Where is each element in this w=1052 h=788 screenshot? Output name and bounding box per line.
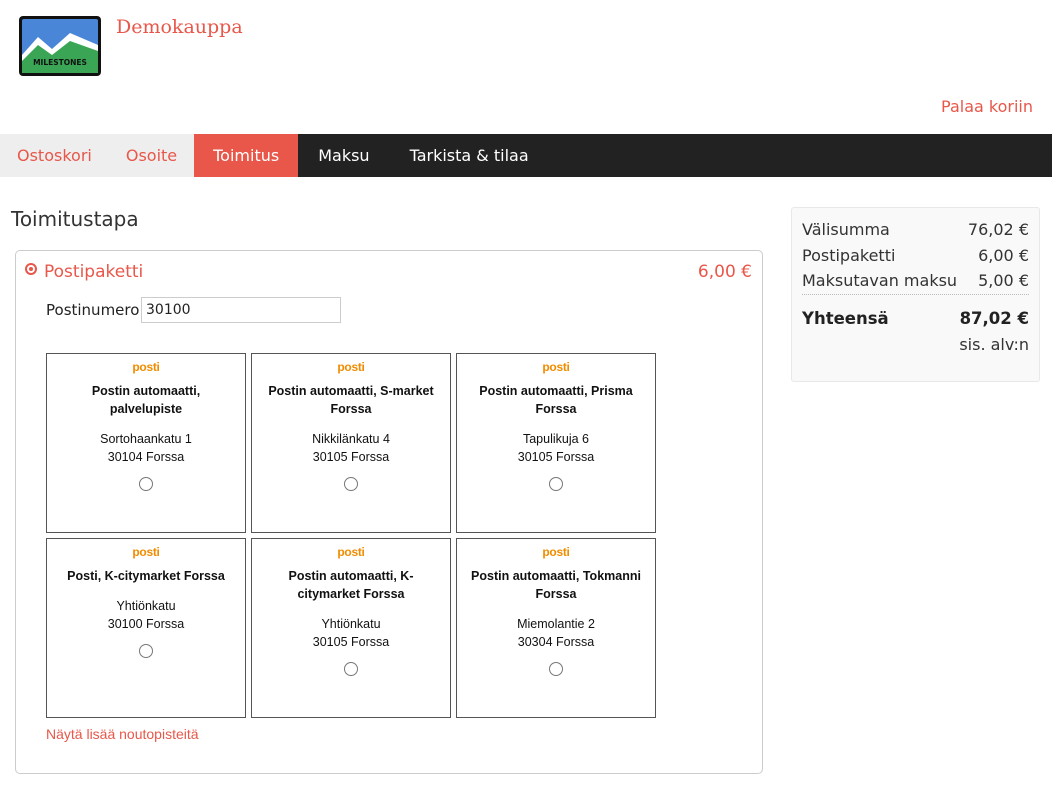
pickup-radio[interactable] <box>549 477 563 491</box>
summary-row-subtotal: Välisumma 76,02 € <box>802 220 1029 239</box>
pickup-street: Sortohaankatu 1 <box>100 432 192 446</box>
show-more-pickup-points-link[interactable]: Näytä lisää noutopisteitä <box>46 726 199 742</box>
pickup-name: Postin automaatti, Prisma Forssa <box>479 384 633 416</box>
pickup-point[interactable]: posti Posti, K-citymarket Forssa Yhtiönk… <box>46 538 246 718</box>
pickup-street: Miemolantie 2 <box>517 617 595 631</box>
pickup-street: Yhtiönkatu <box>116 599 176 613</box>
pickup-city: 30104 Forssa <box>107 450 185 464</box>
pickup-radio[interactable] <box>549 662 563 676</box>
posti-logo: posti <box>337 360 365 374</box>
pickup-street: Tapulikuja 6 <box>522 432 589 446</box>
shipping-method-box: Postipaketti 6,00 € Postinumero * posti … <box>15 250 763 774</box>
pickup-radio[interactable] <box>344 662 358 676</box>
back-to-cart-link[interactable]: Palaa koriin <box>941 97 1033 116</box>
pickup-point[interactable]: posti Postin automaatti, palvelupiste So… <box>46 353 246 533</box>
summary-value: 5,00 € <box>978 271 1029 290</box>
summary-label: Postipaketti <box>802 246 896 265</box>
summary-total-label: Yhteensä <box>802 309 889 328</box>
pickup-name: Postin automaatti, K-citymarket Forssa <box>288 569 414 601</box>
pickup-street: Yhtiönkatu <box>321 617 381 631</box>
posti-logo: posti <box>132 360 160 374</box>
pickup-point[interactable]: posti Postin automaatti, Tokmanni Forssa… <box>456 538 656 718</box>
shipping-method-price: 6,00 € <box>697 262 752 282</box>
step-delivery[interactable]: Toimitus <box>194 134 299 177</box>
pickup-radio[interactable] <box>139 644 153 658</box>
section-title: Toimitustapa <box>11 207 139 231</box>
shipping-method-name[interactable]: Postipaketti <box>44 262 143 282</box>
summary-label: Välisumma <box>802 220 890 239</box>
pickup-city: 30304 Forssa <box>517 635 595 649</box>
posti-logo: posti <box>132 545 160 559</box>
step-address[interactable]: Osoite <box>108 134 195 177</box>
pickup-point[interactable]: posti Postin automaatti, K-citymarket Fo… <box>251 538 451 718</box>
summary-label: Maksutavan maksu <box>802 271 958 290</box>
pickup-point[interactable]: posti Postin automaatti, S-market Forssa… <box>251 353 451 533</box>
milestones-logo[interactable]: MILESTONES <box>18 15 102 77</box>
pickup-name: Posti, K-citymarket Forssa <box>67 569 225 583</box>
logo-text: MILESTONES <box>33 58 87 67</box>
summary-value: 76,02 € <box>967 220 1029 239</box>
step-review[interactable]: Tarkista & tilaa <box>390 134 549 177</box>
posti-logo: posti <box>542 545 570 559</box>
summary-row-shipping: Postipaketti 6,00 € <box>802 246 1029 265</box>
summary-value: 6,00 € <box>978 246 1029 265</box>
pickup-name: Postin automaatti, S-market Forssa <box>268 384 434 416</box>
step-payment[interactable]: Maksu <box>298 134 389 177</box>
zip-input[interactable] <box>141 297 341 323</box>
shipping-method-radio[interactable] <box>25 263 37 275</box>
pickup-city: 30105 Forssa <box>312 635 390 649</box>
pickup-name: Postin automaatti, Tokmanni Forssa <box>471 569 641 601</box>
pickup-street: Nikkilänkatu 4 <box>312 432 390 446</box>
store-name[interactable]: Demokauppa <box>116 16 243 38</box>
posti-logo: posti <box>542 360 570 374</box>
pickup-city: 30105 Forssa <box>312 450 390 464</box>
summary-divider <box>802 294 1029 295</box>
pickup-city: 30100 Forssa <box>107 617 185 631</box>
zip-label: Postinumero * <box>46 301 152 319</box>
checkout-steps: Ostoskori Osoite Toimitus Maksu Tarkista… <box>0 134 1052 177</box>
summary-row-total: Yhteensä 87,02 € <box>802 309 1029 328</box>
summary-vat-note: sis. alv:n <box>959 335 1029 354</box>
pickup-radio[interactable] <box>139 477 153 491</box>
pickup-point[interactable]: posti Postin automaatti, Prisma Forssa T… <box>456 353 656 533</box>
posti-logo: posti <box>337 545 365 559</box>
pickup-radio[interactable] <box>344 477 358 491</box>
pickup-name: Postin automaatti, palvelupiste <box>91 384 201 416</box>
order-summary: Välisumma 76,02 € Postipaketti 6,00 € Ma… <box>791 207 1040 382</box>
pickup-points-grid: posti Postin automaatti, palvelupiste So… <box>46 353 666 718</box>
step-cart[interactable]: Ostoskori <box>0 134 109 177</box>
pickup-city: 30105 Forssa <box>517 450 595 464</box>
summary-total-value: 87,02 € <box>959 309 1029 328</box>
summary-row-payment-fee: Maksutavan maksu 5,00 € <box>802 271 1029 290</box>
